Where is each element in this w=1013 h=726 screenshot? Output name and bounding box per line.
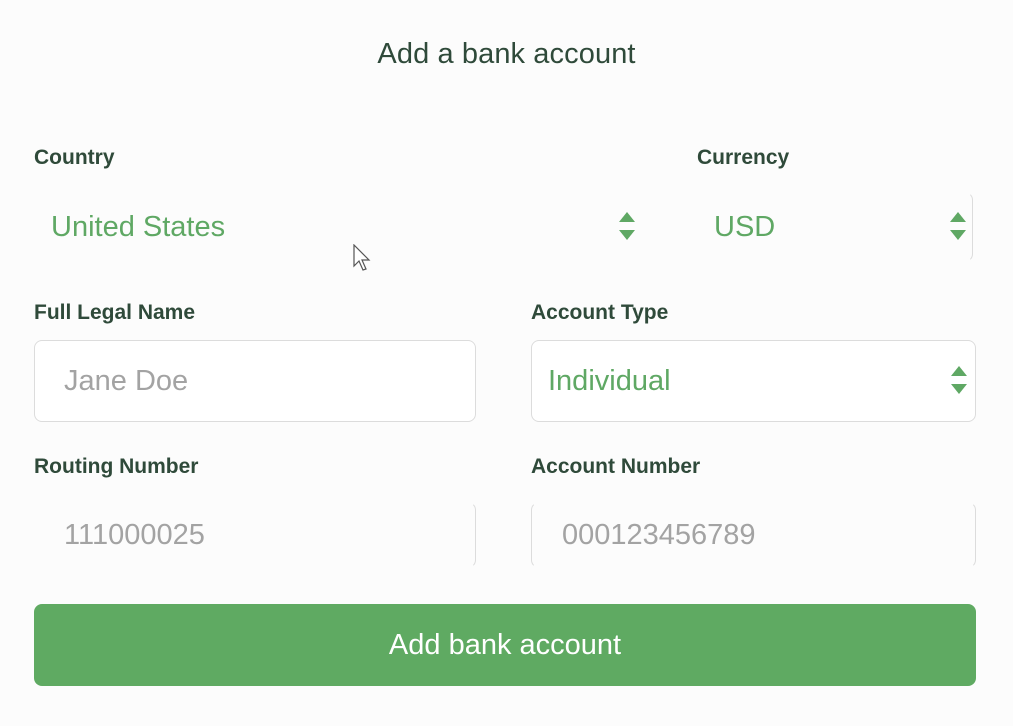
account-type-label: Account Type	[531, 301, 669, 324]
country-select[interactable]: United States	[34, 192, 640, 262]
routing-number-placeholder: 111000025	[64, 518, 205, 551]
account-number-label: Account Number	[531, 455, 701, 478]
page-title: Add a bank account	[377, 38, 636, 70]
currency-label: Currency	[697, 146, 790, 169]
routing-number-input[interactable]: 111000025	[34, 502, 476, 568]
mouse-cursor-icon	[352, 243, 374, 279]
country-value: United States	[51, 210, 226, 243]
add-bank-account-button[interactable]: Add bank account	[34, 604, 976, 686]
routing-number-label: Routing Number	[34, 455, 199, 478]
country-label: Country	[34, 146, 115, 169]
account-number-placeholder: 000123456789	[562, 518, 756, 551]
currency-value: USD	[714, 210, 776, 243]
account-number-input[interactable]: 000123456789	[531, 502, 976, 568]
currency-select[interactable]: USD	[697, 192, 973, 262]
chevron-updown-icon	[951, 366, 967, 396]
full-legal-name-label: Full Legal Name	[34, 301, 196, 324]
account-type-value: Individual	[548, 364, 671, 397]
full-legal-name-placeholder: Jane Doe	[64, 364, 189, 397]
full-legal-name-input[interactable]: Jane Doe	[34, 340, 476, 422]
account-type-select[interactable]: Individual	[531, 340, 976, 422]
chevron-updown-icon	[619, 212, 635, 242]
chevron-updown-icon	[950, 212, 966, 242]
